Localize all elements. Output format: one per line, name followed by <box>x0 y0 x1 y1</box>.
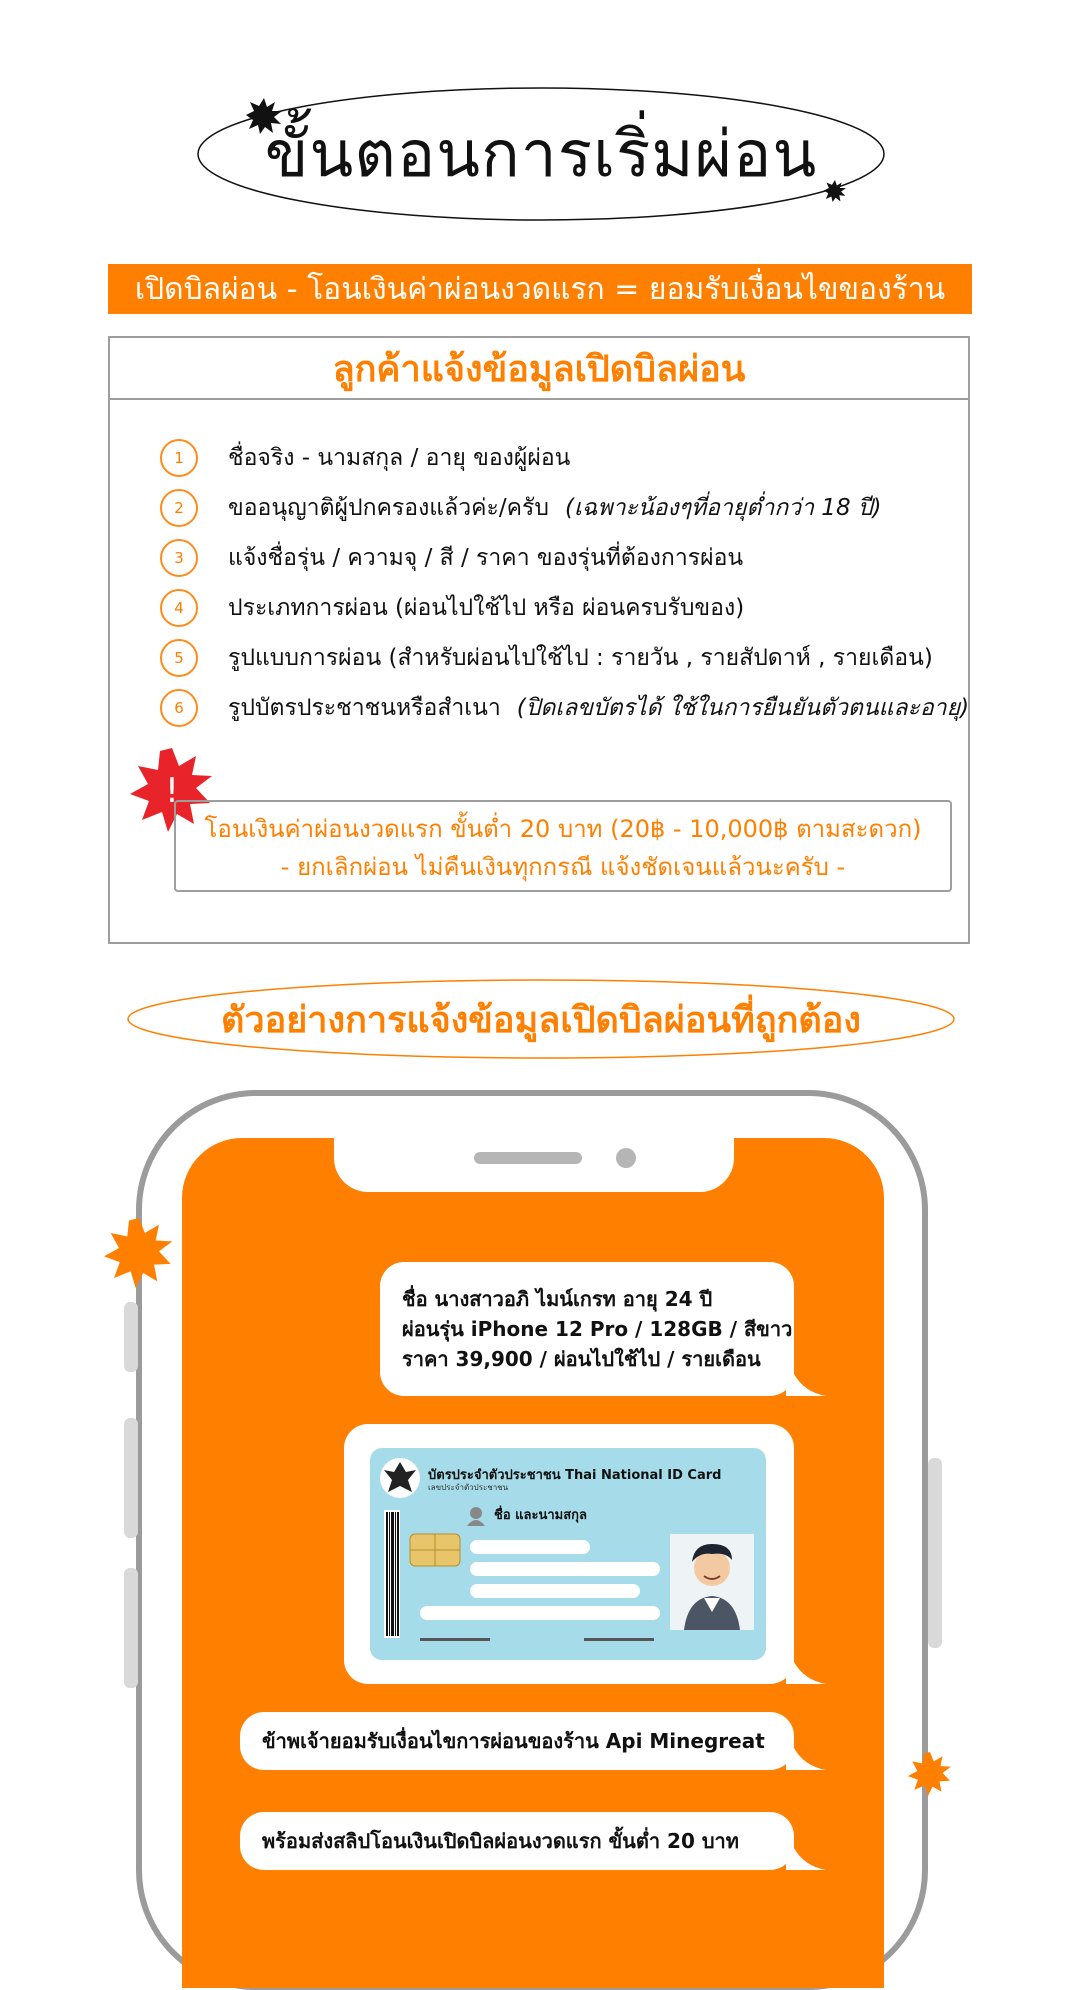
steps-header: ลูกค้าแจ้งข้อมูลเปิดบิลผ่อน <box>110 338 968 400</box>
step-text: ขออนุญาติผู้ปกครองแล้วค่ะ/ครับ <box>228 495 549 521</box>
black-star-burst-icon <box>246 98 282 134</box>
step-text: ชื่อจริง - นามสกุล / อายุ ของผู้ผ่อน <box>228 445 571 471</box>
barcode-icon <box>384 1510 400 1638</box>
step-item: 6 รูปบัตรประชาชนหรือสำเนา (ปิดเลขบัตรได้… <box>160 688 969 728</box>
step-number-badge: 2 <box>160 489 198 527</box>
step-text: ประเภทการผ่อน (ผ่อนไปใช้ไป หรือ ผ่อนครบร… <box>228 595 745 621</box>
id-card-subtitle: เลขประจำตัวประชาชน <box>428 1483 509 1492</box>
chat-bubble-id-card: บัตรประจำตัวประชาชน Thai National ID Car… <box>344 1424 794 1684</box>
phone-speaker <box>474 1152 582 1164</box>
chat-bubble-accept-terms: ข้าพเจ้ายอมรับเงื่อนไขการผ่อนของร้าน Api… <box>240 1712 794 1770</box>
phone-side-button <box>928 1458 942 1648</box>
step-item: 1 ชื่อจริง - นามสกุล / อายุ ของผู้ผ่อน <box>160 438 570 478</box>
chat-line: พร้อมส่งสลิปโอนเงินเปิดบิลผ่อนงวดแรก ขั้… <box>262 1829 739 1853</box>
step-number-badge: 3 <box>160 539 198 577</box>
step-text: แจ้งชื่อรุ่น / ความจุ / สี / ราคา ของรุ่… <box>228 545 744 571</box>
step-number-badge: 1 <box>160 439 198 477</box>
notice-line-1: โอนเงินค่าผ่อนงวดแรก ขั้นต่ำ 20 บาท (20฿… <box>204 815 922 843</box>
chat-line: ข้าพเจ้ายอมรับเงื่อนไขการผ่อนของร้าน Api… <box>262 1729 765 1753</box>
step-note: (เฉพาะน้องๆที่อายุต่ำกว่า 18 ปี) <box>564 495 882 521</box>
small-orange-star-burst-icon <box>908 1752 951 1796</box>
orange-star-burst-icon <box>104 1218 173 1288</box>
chat-line: ผ่อนรุ่น iPhone 12 Pro / 128GB / สีขาว <box>402 1317 793 1341</box>
bubble-tail <box>786 1848 826 1870</box>
id-card-image: บัตรประจำตัวประชาชน Thai National ID Car… <box>370 1448 766 1660</box>
step-item: 3 แจ้งชื่อรุ่น / ความจุ / สี / ราคา ของร… <box>160 538 743 578</box>
step-note: (ปิดเลขบัตรได้ ใช้ในการยืนยันตัวตนและอาย… <box>516 695 970 721</box>
chat-line: ชื่อ นางสาวอภิ ไมน์เกรท อายุ 24 ปี <box>402 1287 713 1311</box>
person-icon <box>470 1507 482 1519</box>
chat-bubble-send-slip: พร้อมส่งสลิปโอนเงินเปิดบิลผ่อนงวดแรก ขั้… <box>240 1812 794 1870</box>
chat-bubble-customer-info: ชื่อ นางสาวอภิ ไมน์เกรท อายุ 24 ปี ผ่อนร… <box>380 1262 794 1396</box>
step-item: 2 ขออนุญาติผู้ปกครองแล้วค่ะ/ครับ (เฉพาะน… <box>160 488 881 528</box>
step-item: 4 ประเภทการผ่อน (ผ่อนไปใช้ไป หรือ ผ่อนคร… <box>160 588 744 628</box>
example-section-title: ตัวอย่างการแจ้งข้อมูลเปิดบิลผ่อนที่ถูกต้… <box>126 978 956 1060</box>
step-number-badge: 6 <box>160 689 198 727</box>
bubble-tail <box>786 1374 826 1396</box>
step-text: รูปบัตรประชาชนหรือสำเนา <box>228 695 501 721</box>
conditions-banner: เปิดบิลผ่อน - โอนเงินค่าผ่อนงวดแรก = ยอม… <box>108 264 972 314</box>
example-title: ตัวอย่างการแจ้งข้อมูลเปิดบิลผ่อนที่ถูกต้… <box>220 999 862 1041</box>
id-card-name-label: ชื่อ และนามสกุล <box>494 1508 588 1523</box>
notice-line-2: - ยกเลิกผ่อน ไม่คืนเงินทุกกรณี แจ้งชัดเจ… <box>280 853 846 881</box>
page-title: ขั้นตอนการเริ่มผ่อน <box>264 118 818 192</box>
bubble-tail <box>786 1748 826 1770</box>
bubble-tail <box>786 1662 826 1684</box>
chat-line: ราคา 39,900 / ผ่อนไปใช้ไป / รายเดือน <box>402 1347 761 1371</box>
step-number-badge: 4 <box>160 589 198 627</box>
small-black-star-burst-icon <box>824 180 846 202</box>
phone-camera <box>616 1148 636 1168</box>
notice-box: โอนเงินค่าผ่อนงวดแรก ขั้นต่ำ 20 บาท (20฿… <box>174 800 952 892</box>
title-section: ขั้นตอนการเริ่มผ่อน <box>196 86 886 222</box>
step-item: 5 รูปแบบการผ่อน (สำหรับผ่อนไปใช้ไป : ราย… <box>160 638 933 678</box>
step-text: รูปแบบการผ่อน (สำหรับผ่อนไปใช้ไป : รายวั… <box>228 645 933 671</box>
phone-side-button <box>124 1302 138 1372</box>
step-number-badge: 5 <box>160 639 198 677</box>
phone-side-button <box>124 1418 138 1538</box>
phone-side-button <box>124 1568 138 1688</box>
